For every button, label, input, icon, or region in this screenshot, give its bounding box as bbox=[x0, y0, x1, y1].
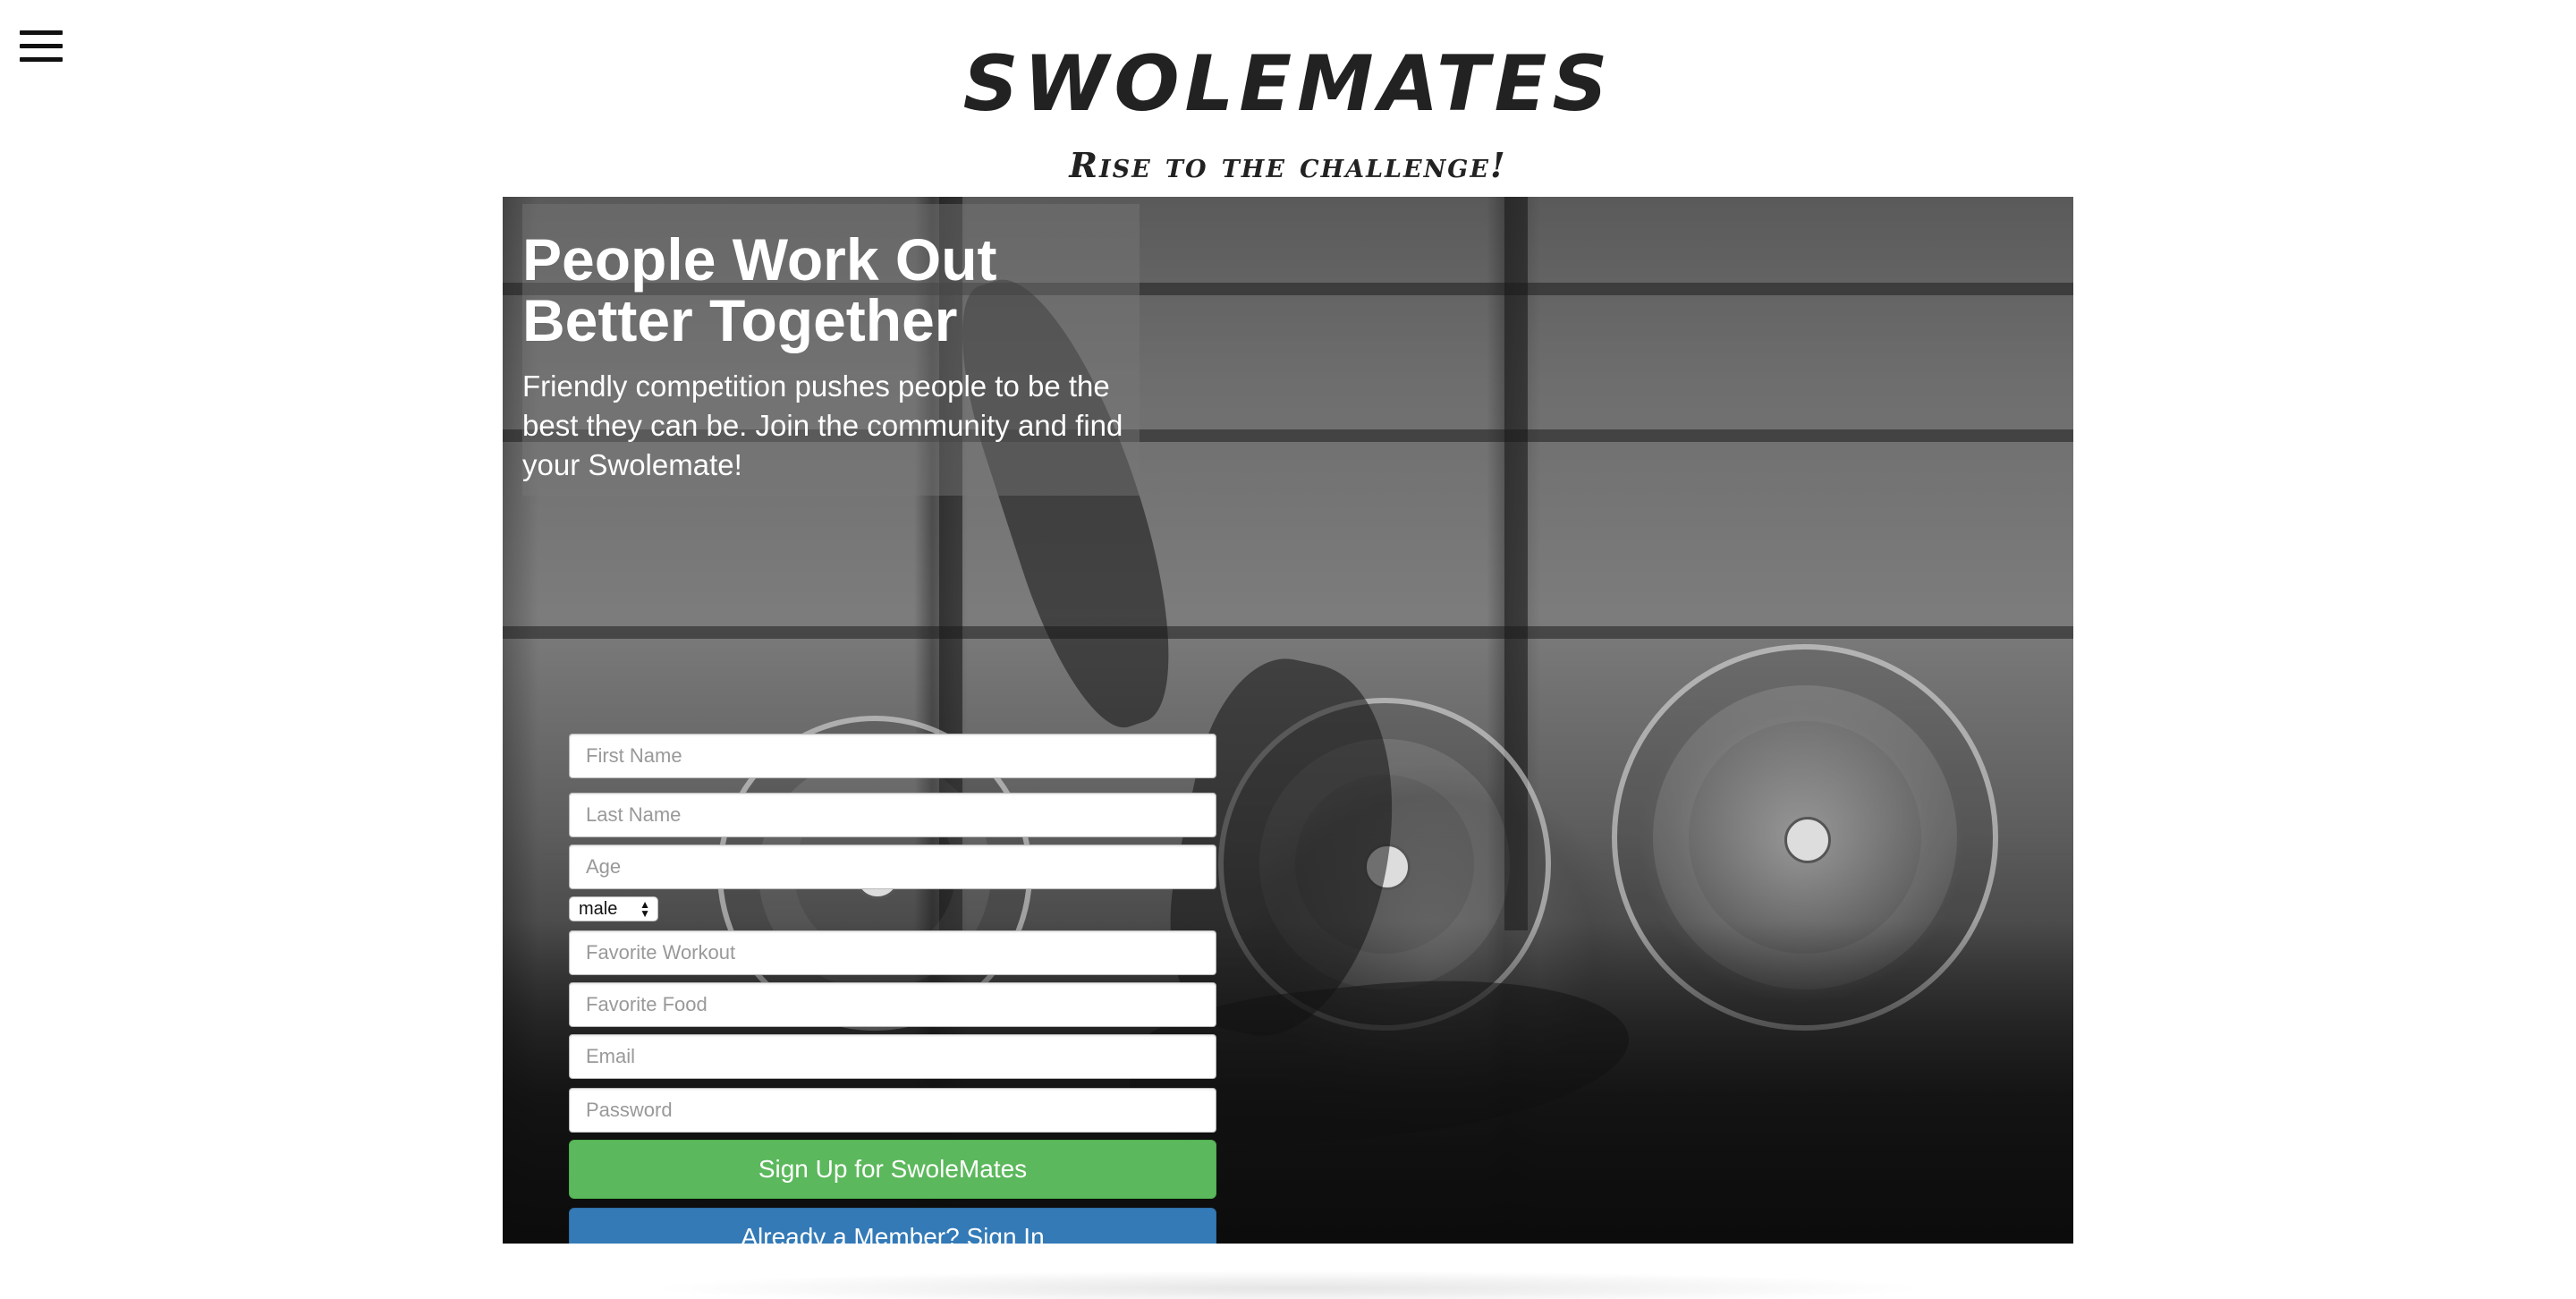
email-input[interactable] bbox=[569, 1034, 1216, 1079]
first-name-input[interactable] bbox=[569, 734, 1216, 778]
fan-hub bbox=[1784, 817, 1831, 863]
brand-title: SWOLEMATES bbox=[962, 39, 1614, 129]
hamburger-bar bbox=[20, 30, 63, 35]
signin-button[interactable]: Already a Member? Sign In bbox=[569, 1208, 1216, 1244]
gender-select-value: male bbox=[579, 899, 618, 919]
hero-subtext: Friendly competition pushes people to be… bbox=[522, 369, 1123, 481]
favorite-workout-input[interactable] bbox=[569, 930, 1216, 975]
select-arrows-icon: ▲ ▼ bbox=[640, 898, 650, 920]
hero-section: People Work Out Better Together Friendly… bbox=[503, 197, 2073, 1244]
hero-headline-line2: Better Together bbox=[522, 287, 958, 353]
hero-headline: People Work Out Better Together bbox=[522, 229, 1148, 351]
gender-select[interactable]: male ▲ ▼ bbox=[569, 896, 658, 921]
password-input[interactable] bbox=[569, 1088, 1216, 1133]
favorite-food-input[interactable] bbox=[569, 982, 1216, 1027]
hero-headline-line1: People Work Out bbox=[522, 226, 997, 293]
page: SWOLEMATES Rise to the challenge! People… bbox=[0, 0, 2576, 1299]
footer-shadow bbox=[644, 1270, 1932, 1299]
signup-button[interactable]: Sign Up for SwoleMates bbox=[569, 1140, 1216, 1199]
age-input[interactable] bbox=[569, 845, 1216, 889]
last-name-input[interactable] bbox=[569, 793, 1216, 837]
brand-tagline: Rise to the challenge! bbox=[1069, 145, 1507, 185]
background-beam bbox=[503, 626, 2073, 639]
